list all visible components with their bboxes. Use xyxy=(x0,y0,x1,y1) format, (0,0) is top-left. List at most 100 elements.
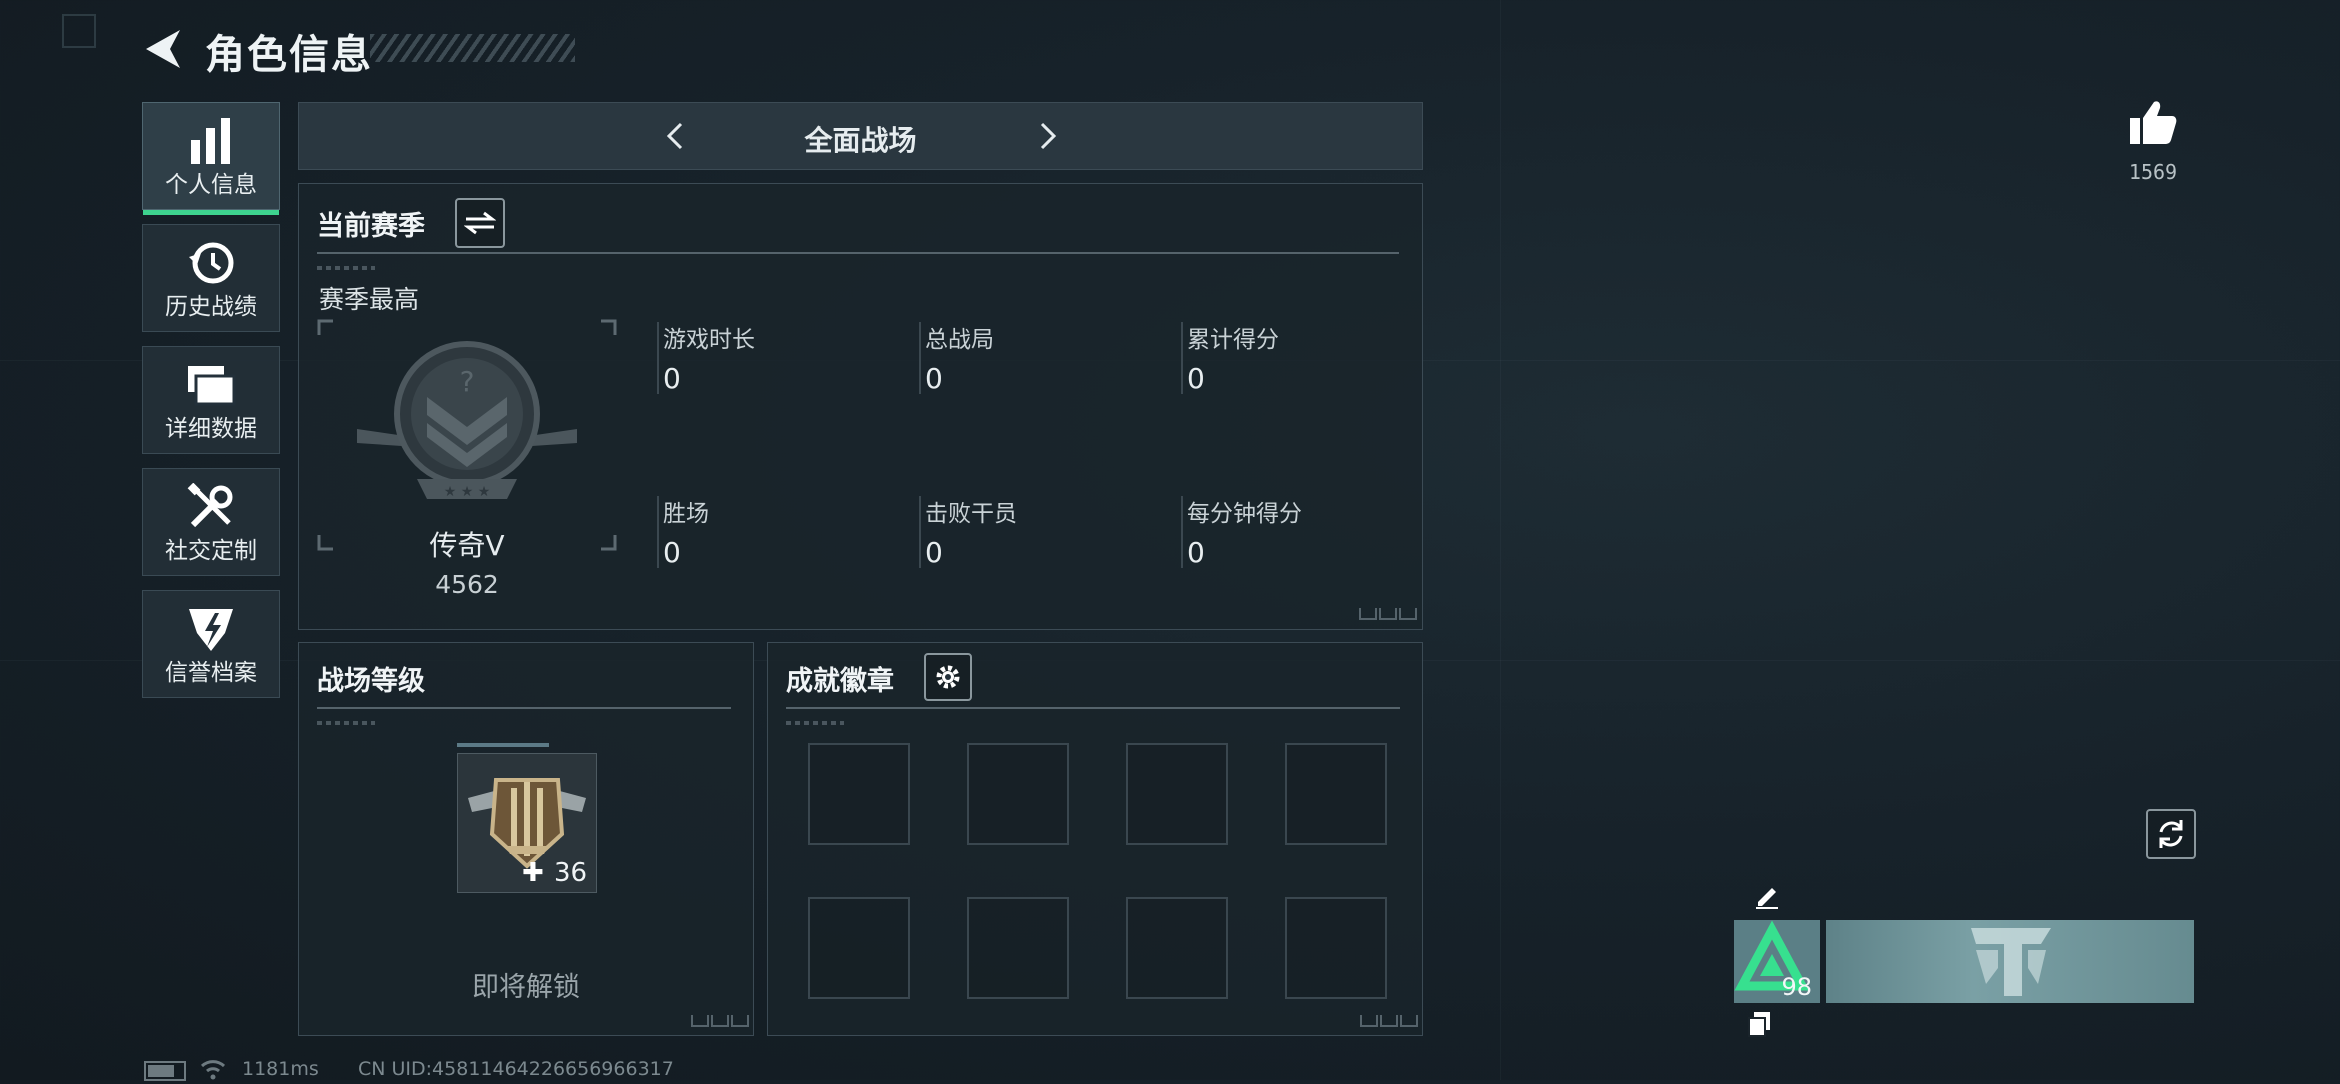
bar-chart-icon xyxy=(143,115,279,167)
level-progress-bar xyxy=(457,743,549,747)
stat-value-kills: 0 xyxy=(925,536,943,569)
battle-level-badge[interactable]: ✚ 36 xyxy=(457,753,597,893)
sidebar-item-label: 社交定制 xyxy=(165,538,257,564)
like-button[interactable] xyxy=(2128,98,2178,148)
achievement-slot[interactable] xyxy=(967,743,1069,845)
achievement-slot[interactable] xyxy=(1126,743,1228,845)
sidebar-item-history[interactable]: 历史战绩 xyxy=(142,224,280,332)
mode-tab-bar: 全面战场 xyxy=(298,102,1423,170)
stat-divider xyxy=(657,322,659,394)
profile-card-emblem[interactable]: 98 xyxy=(1734,920,1820,1003)
stat-value-playtime: 0 xyxy=(663,362,681,395)
achievement-settings-button[interactable] xyxy=(924,653,972,701)
tick-decoration xyxy=(786,721,844,725)
corner-mark xyxy=(711,1015,729,1027)
achievements-panel: 成就徽章 xyxy=(767,642,1423,1036)
sidebar-item-detailed-data[interactable]: 详细数据 xyxy=(142,346,280,454)
rank-name: 传奇V xyxy=(429,529,505,562)
title-stripes xyxy=(370,34,575,62)
switch-season-button[interactable] xyxy=(455,198,505,248)
rank-emblem-icon: ? ★ ★ ★ xyxy=(317,319,617,551)
battle-level-panel: 战场等级 ✚ 36 即将解锁 xyxy=(298,642,754,1036)
pencil-icon xyxy=(1756,888,1778,909)
divider xyxy=(786,707,1400,709)
sidebar-item-label: 信誉档案 xyxy=(165,660,257,686)
page-title: 角色信息 xyxy=(205,32,373,78)
stat-label-total-matches: 总战局 xyxy=(925,327,994,353)
stat-divider xyxy=(1181,496,1183,568)
refresh-button[interactable] xyxy=(2146,809,2196,859)
achievement-slot[interactable] xyxy=(1126,897,1228,999)
stat-label-wins: 胜场 xyxy=(663,501,709,527)
corner-mark xyxy=(731,1015,749,1027)
season-heading: 当前赛季 xyxy=(317,211,425,242)
stat-value-total-matches: 0 xyxy=(925,362,943,395)
tick-decoration xyxy=(317,266,375,270)
profile-card-level: 98 xyxy=(1781,973,1812,1001)
achievements-heading: 成就徽章 xyxy=(786,666,894,697)
banner-logo-icon xyxy=(1971,928,2051,996)
battery-icon xyxy=(144,1061,186,1081)
edit-card-button[interactable] xyxy=(1752,880,1782,910)
sidebar-item-personal-info[interactable]: 个人信息 xyxy=(142,102,280,215)
history-icon xyxy=(143,237,279,289)
divider xyxy=(317,707,731,709)
achievement-slot[interactable] xyxy=(808,743,910,845)
stat-divider xyxy=(919,496,921,568)
back-button[interactable] xyxy=(140,24,190,74)
rank-points: 4562 xyxy=(435,570,499,599)
reputation-emblem-icon xyxy=(143,603,279,655)
plus-icon: ✚ xyxy=(522,858,544,888)
achievement-slot[interactable] xyxy=(967,897,1069,999)
sidebar-item-label: 详细数据 xyxy=(165,416,257,442)
sidebar-item-social-custom[interactable]: 社交定制 xyxy=(142,468,280,576)
season-peak-label: 赛季最高 xyxy=(319,285,420,314)
ping-text: 1181ms xyxy=(242,1058,319,1080)
corner-mark xyxy=(1399,608,1417,620)
season-panel: 当前赛季 赛季最高 ? ★ ★ ★ 传奇V 4562 游戏时长 0 总战局 0 … xyxy=(298,183,1423,630)
corner-mark xyxy=(1359,608,1377,620)
corner-mark xyxy=(691,1015,709,1027)
corner-mark xyxy=(1379,608,1397,620)
copy-icon xyxy=(1748,1012,1770,1037)
corner-mark xyxy=(1360,1015,1378,1027)
back-arrow-icon xyxy=(146,30,180,68)
tools-icon xyxy=(143,481,279,533)
svg-text:?: ? xyxy=(460,365,475,398)
stat-label-kills: 击败干员 xyxy=(925,501,1017,527)
sidebar-item-label: 个人信息 xyxy=(165,172,257,198)
swap-icon xyxy=(464,211,496,235)
achievement-slot[interactable] xyxy=(808,897,910,999)
next-mode-button[interactable] xyxy=(1032,121,1062,151)
achievement-slot[interactable] xyxy=(1285,743,1387,845)
corner-mark xyxy=(1400,1015,1418,1027)
stacked-folders-icon xyxy=(143,359,279,411)
svg-text:★ ★ ★: ★ ★ ★ xyxy=(444,484,491,500)
stat-divider xyxy=(657,496,659,568)
divider xyxy=(317,252,1399,254)
stat-divider xyxy=(919,322,921,394)
thumbs-up-icon xyxy=(2130,101,2177,144)
uid-text: CN UID:45811464226656966317 xyxy=(358,1058,674,1080)
rank-emblem-frame: ? ★ ★ ★ xyxy=(317,319,617,551)
battle-level-value: 36 xyxy=(554,858,588,888)
stat-label-score-per-minute: 每分钟得分 xyxy=(1187,501,1302,527)
current-mode-label: 全面战场 xyxy=(804,124,917,157)
tick-decoration xyxy=(317,721,375,725)
stat-label-playtime: 游戏时长 xyxy=(663,327,755,353)
sidebar-item-reputation[interactable]: 信誉档案 xyxy=(142,590,280,698)
copy-button[interactable] xyxy=(1746,1010,1774,1038)
chevron-right-icon xyxy=(1040,122,1057,150)
gear-icon xyxy=(936,665,960,689)
stat-value-score-per-minute: 0 xyxy=(1187,536,1205,569)
achievement-slot[interactable] xyxy=(1285,897,1387,999)
stat-divider xyxy=(1181,322,1183,394)
profile-card-banner[interactable] xyxy=(1826,920,2194,1003)
stat-value-wins: 0 xyxy=(663,536,681,569)
corner-mark xyxy=(1380,1015,1398,1027)
stat-value-total-score: 0 xyxy=(1187,362,1205,395)
like-count: 1569 xyxy=(2128,160,2178,184)
wifi-icon xyxy=(200,1058,226,1080)
refresh-icon xyxy=(2159,820,2183,848)
stat-label-total-score: 累计得分 xyxy=(1187,327,1279,353)
